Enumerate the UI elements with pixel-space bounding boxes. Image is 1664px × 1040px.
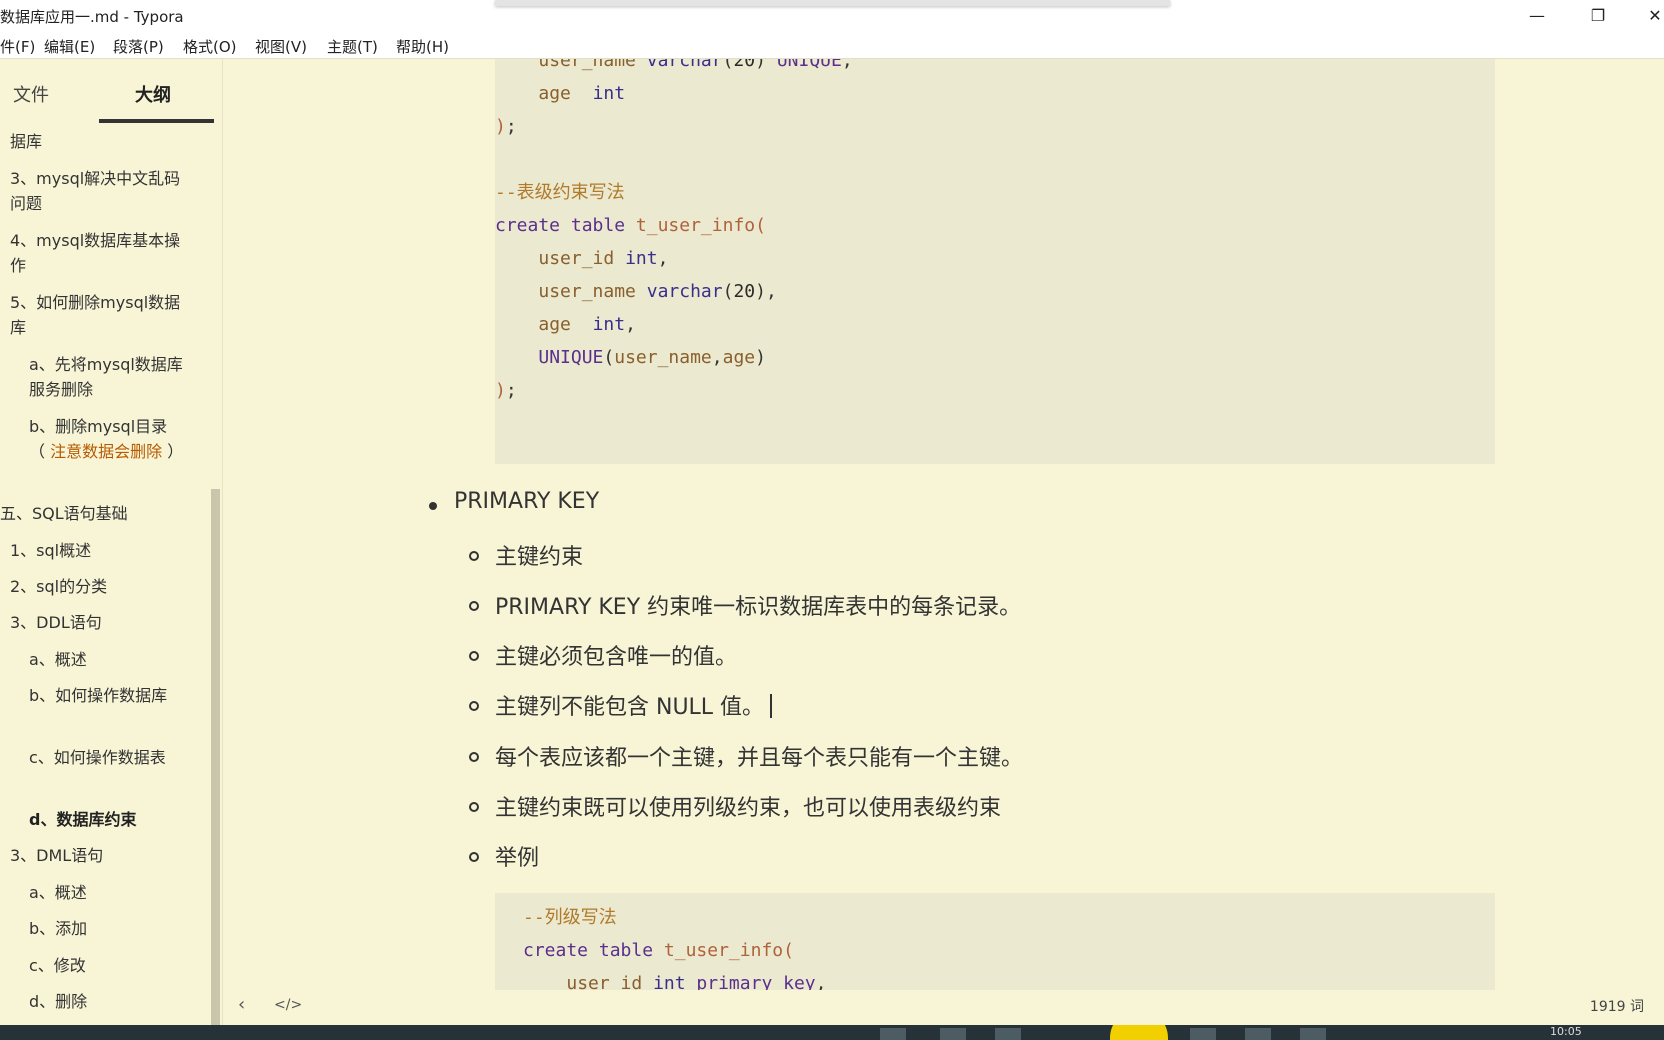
outline-item[interactable]: b、如何操作数据库 [29, 683, 179, 708]
outline-item[interactable]: c、如何操作数据表 [29, 745, 179, 770]
code-comment: --列级写法 [523, 907, 617, 928]
menu-bar: 件(F) 编辑(E) 段落(P) 格式(O) 视图(V) 主题(T) 帮助(H) [0, 32, 1664, 59]
sidebar: 文件 大纲 据库 3、mysql解决中文乱码问题 4、mysql数据库基本操作 … [0, 59, 223, 1025]
outline-item[interactable]: a、概述 [29, 880, 87, 905]
taskbar-clock: 10:05 [1550, 1025, 1582, 1038]
section-heading: PRIMARY KEY [454, 489, 600, 514]
code-line: UNIQUE(user_name,age) [538, 347, 766, 368]
taskbar-app-icon[interactable] [995, 1028, 1021, 1040]
minimize-button[interactable]: — [1522, 4, 1552, 28]
bullet-circle [469, 551, 479, 561]
outline-item[interactable]: 据库 [10, 129, 42, 154]
text-caret [770, 694, 773, 718]
bullet-disc [429, 502, 437, 510]
outline-item[interactable]: d、删除 [29, 989, 87, 1014]
taskbar-app-icon[interactable] [880, 1028, 906, 1040]
list-item: 主键必须包含唯一的值。 [495, 645, 738, 670]
tab-outline[interactable]: 大纲 [135, 81, 171, 107]
sidebar-scroll-thumb[interactable] [211, 489, 220, 1025]
code-line: user_name varchar(20) UNIQUE, [538, 59, 853, 71]
outline-warning-note: 注意数据会删除 [50, 442, 163, 461]
menu-edit[interactable]: 编辑(E) [44, 36, 95, 57]
restore-button[interactable]: ❐ [1583, 4, 1613, 28]
word-count[interactable]: 1919 词 [1590, 996, 1644, 1016]
list-item-text: 主键列不能包含 NULL 值。 [495, 695, 765, 720]
menu-paragraph[interactable]: 段落(P) [113, 36, 164, 57]
title-bar: 数据库应用一.md - Typora — ❐ ✕ [0, 0, 1664, 32]
outline-item[interactable]: c、修改 [29, 953, 86, 978]
code-line: user_id int, [538, 248, 669, 269]
outline-item[interactable]: b、删除mysql目录（ 注意数据会删除 ） [29, 414, 195, 464]
editor-content[interactable]: user_name varchar(20) UNIQUE, age int );… [222, 59, 1664, 990]
list-item-with-caret[interactable]: 主键列不能包含 NULL 值。 [495, 689, 773, 721]
bullet-circle [469, 701, 479, 711]
outline-item[interactable]: b、添加 [29, 916, 87, 941]
list-item: 举例 [495, 846, 540, 871]
code-block[interactable]: user_name varchar(20) UNIQUE, age int );… [495, 59, 1495, 464]
list-item: 主键约束 [495, 545, 584, 570]
close-button[interactable]: ✕ [1640, 4, 1664, 28]
code-line: user_id int primary key, [566, 973, 827, 990]
bullet-circle [469, 752, 479, 762]
os-taskbar: 10:05 [0, 1025, 1664, 1040]
outline-item[interactable]: a、先将mysql数据库服务删除 [29, 352, 195, 402]
bullet-circle [469, 802, 479, 812]
outline-item[interactable]: 5、如何删除mysql数据库 [10, 290, 196, 340]
outline-item[interactable]: 3、DML语句 [10, 843, 103, 868]
menu-format[interactable]: 格式(O) [183, 36, 237, 57]
taskbar-app-icon[interactable] [940, 1028, 966, 1040]
outline-item-active[interactable]: d、数据库约束 [29, 807, 136, 832]
outline-item[interactable]: 1、sql概述 [10, 538, 91, 563]
code-line: user_name varchar(20), [538, 281, 777, 302]
outline-item[interactable]: 4、mysql数据库基本操作 [10, 228, 196, 278]
bullet-circle [469, 852, 479, 862]
outline-item[interactable]: 3、mysql解决中文乱码问题 [10, 166, 196, 216]
taskbar-app-icon[interactable] [1190, 1028, 1216, 1040]
outline-item[interactable]: 3、DDL语句 [10, 610, 102, 635]
menu-file[interactable]: 件(F) [0, 36, 35, 57]
sidebar-scrollbar[interactable] [211, 489, 220, 1025]
source-mode-button[interactable]: </> [274, 997, 302, 1013]
taskbar-app-icon[interactable] [1245, 1028, 1271, 1040]
list-item: PRIMARY KEY 约束唯一标识数据库表中的每条记录。 [495, 595, 1022, 620]
active-tab-indicator [99, 119, 214, 123]
taskbar-app-icon[interactable] [1300, 1028, 1326, 1040]
code-line: ); [495, 380, 517, 401]
sidebar-tabs: 文件 大纲 [0, 59, 215, 125]
code-line: ); [495, 116, 517, 137]
code-line: age int, [538, 314, 636, 335]
cursor-highlight [1110, 1025, 1168, 1040]
menu-view[interactable]: 视图(V) [255, 36, 307, 57]
code-line: create table t_user_info( [523, 940, 794, 961]
outline-item[interactable]: 五、SQL语句基础 [0, 501, 128, 526]
menu-theme[interactable]: 主题(T) [327, 36, 378, 57]
floating-strip [495, 0, 1170, 6]
tab-files[interactable]: 文件 [13, 81, 49, 107]
code-comment: --表级约束写法 [495, 182, 625, 203]
bullet-circle [469, 651, 479, 661]
status-bar: ‹ </> 1919 词 [222, 990, 1664, 1025]
window-title: 数据库应用一.md - Typora [0, 8, 184, 26]
toggle-sidebar-button[interactable]: ‹ [238, 994, 245, 1015]
menu-help[interactable]: 帮助(H) [396, 36, 449, 57]
code-line: create table t_user_info( [495, 215, 766, 236]
code-line: age int [538, 83, 626, 104]
bullet-circle [469, 601, 479, 611]
code-block[interactable]: --列级写法 create table t_user_info( user_id… [495, 893, 1495, 990]
list-item: 每个表应该都一个主键，并且每个表只能有一个主键。 [495, 746, 1024, 771]
outline-item[interactable]: 2、sql的分类 [10, 574, 107, 599]
outline-item[interactable]: a、概述 [29, 647, 87, 672]
list-item: 主键约束既可以使用列级约束，也可以使用表级约束 [495, 796, 1002, 821]
